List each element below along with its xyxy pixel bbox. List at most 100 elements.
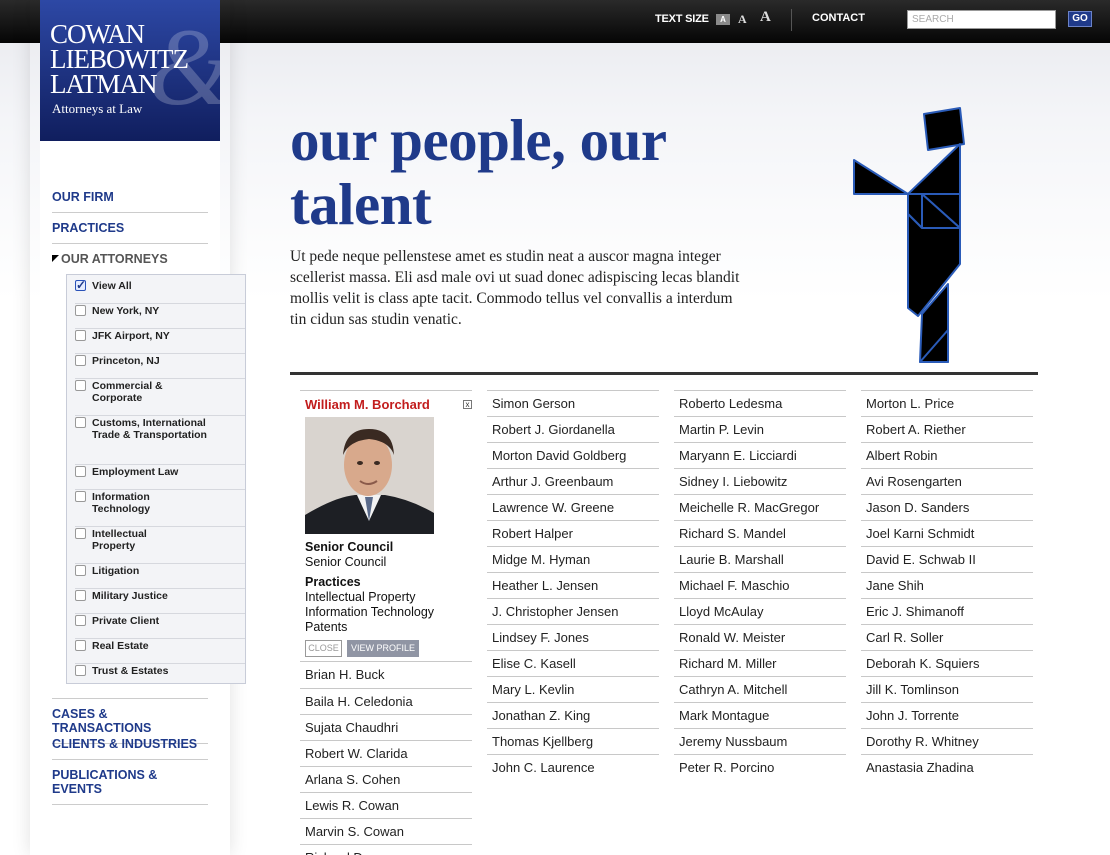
- attorney-row[interactable]: Arlana S. Cohen: [300, 766, 472, 792]
- filter-private-client[interactable]: Private Client: [75, 615, 245, 639]
- attorney-row[interactable]: Robert W. Clarida: [300, 740, 472, 766]
- filter-military-justice[interactable]: Military Justice: [75, 590, 245, 614]
- practice-item[interactable]: Information Technology: [305, 605, 434, 620]
- attorney-row[interactable]: Cathryn A. Mitchell: [674, 676, 846, 702]
- attorney-row[interactable]: Lindsey F. Jones: [487, 624, 659, 650]
- filter-employment-law[interactable]: Employment Law: [75, 466, 245, 490]
- text-size-small-button[interactable]: A: [716, 14, 730, 25]
- filter-intellectual-property[interactable]: Intellectual Property: [75, 528, 245, 564]
- text-size-large-button[interactable]: A: [760, 9, 771, 26]
- attorney-row[interactable]: Albert Robin: [861, 442, 1033, 468]
- attorney-row[interactable]: Jill K. Tomlinson: [861, 676, 1033, 702]
- filter-jfk-airport[interactable]: JFK Airport, NY: [75, 330, 245, 354]
- checkbox[interactable]: [75, 330, 86, 341]
- attorney-row[interactable]: Richard M. Miller: [674, 650, 846, 676]
- practice-item[interactable]: Patents: [305, 620, 347, 635]
- filter-real-estate[interactable]: Real Estate: [75, 640, 245, 664]
- attorney-row[interactable]: Maryann E. Licciardi: [674, 442, 846, 468]
- attorney-row[interactable]: Baila H. Celedonia: [300, 688, 472, 714]
- nav-our-attorneys[interactable]: OUR ATTORNEYS: [52, 252, 208, 274]
- attorney-row[interactable]: Arthur J. Greenbaum: [487, 468, 659, 494]
- filter-customs-trade[interactable]: Customs, International Trade & Transport…: [75, 417, 245, 465]
- checkbox[interactable]: [75, 491, 86, 502]
- checkbox-checked[interactable]: [75, 278, 86, 292]
- attorney-row[interactable]: Sujata Chaudhri: [300, 714, 472, 740]
- nav-publications-events[interactable]: PUBLICATIONS & EVENTS: [52, 768, 208, 805]
- attorney-row[interactable]: Robert Halper: [487, 520, 659, 546]
- attorney-card-name[interactable]: William M. Borchard: [305, 397, 430, 412]
- attorney-row[interactable]: Laurie B. Marshall: [674, 546, 846, 572]
- attorney-row[interactable]: Jeremy Nussbaum: [674, 728, 846, 754]
- attorney-row[interactable]: Roberto Ledesma: [674, 390, 846, 416]
- attorney-row[interactable]: Martin P. Levin: [674, 416, 846, 442]
- attorney-row[interactable]: Robert J. Giordanella: [487, 416, 659, 442]
- attorney-row[interactable]: Jason D. Sanders: [861, 494, 1033, 520]
- search-input[interactable]: [907, 10, 1056, 29]
- attorney-row[interactable]: Richard S. Mandel: [674, 520, 846, 546]
- attorney-row[interactable]: Ronald W. Meister: [674, 624, 846, 650]
- nav-clients-industries[interactable]: CLIENTS & INDUSTRIES: [52, 737, 208, 760]
- attorney-row[interactable]: Richard Dannay: [300, 844, 472, 855]
- attorney-row[interactable]: Elise C. Kasell: [487, 650, 659, 676]
- attorney-row[interactable]: Peter R. Porcino: [674, 754, 846, 780]
- attorney-row[interactable]: Lawrence W. Greene: [487, 494, 659, 520]
- checkbox[interactable]: [75, 665, 86, 676]
- attorney-row[interactable]: Simon Gerson: [487, 390, 659, 416]
- attorney-row[interactable]: Mary L. Kevlin: [487, 676, 659, 702]
- attorney-row[interactable]: Deborah K. Squiers: [861, 650, 1033, 676]
- attorney-row[interactable]: John C. Laurence: [487, 754, 659, 780]
- checkbox[interactable]: [75, 417, 86, 428]
- attorney-row[interactable]: Heather L. Jensen: [487, 572, 659, 598]
- practice-item[interactable]: Intellectual Property: [305, 590, 415, 605]
- attorney-row[interactable]: Brian H. Buck: [300, 662, 472, 688]
- checkbox[interactable]: [75, 305, 86, 316]
- attorney-row[interactable]: Michael F. Maschio: [674, 572, 846, 598]
- attorney-row[interactable]: Avi Rosengarten: [861, 468, 1033, 494]
- filter-princeton[interactable]: Princeton, NJ: [75, 355, 245, 379]
- checkbox[interactable]: [75, 615, 86, 626]
- firm-logo[interactable]: & COWAN LIEBOWITZ LATMAN Attorneys at La…: [40, 0, 220, 141]
- nav-practices[interactable]: PRACTICES: [52, 221, 208, 244]
- attorney-row[interactable]: David E. Schwab II: [861, 546, 1033, 572]
- filter-litigation[interactable]: Litigation: [75, 565, 245, 589]
- attorney-row[interactable]: J. Christopher Jensen: [487, 598, 659, 624]
- view-profile-button[interactable]: VIEW PROFILE: [347, 640, 419, 657]
- attorney-row[interactable]: Joel Karni Schmidt: [861, 520, 1033, 546]
- attorney-row[interactable]: Thomas Kjellberg: [487, 728, 659, 754]
- checkbox[interactable]: [75, 590, 86, 601]
- attorney-row[interactable]: John J. Torrente: [861, 702, 1033, 728]
- close-icon[interactable]: x: [463, 400, 472, 409]
- close-button[interactable]: CLOSE: [305, 640, 342, 657]
- nav-our-firm[interactable]: OUR FIRM: [52, 190, 208, 213]
- attorney-row[interactable]: Midge M. Hyman: [487, 546, 659, 572]
- attorney-row[interactable]: Lewis R. Cowan: [300, 792, 472, 818]
- attorney-row[interactable]: Robert A. Riether: [861, 416, 1033, 442]
- attorney-row[interactable]: Morton L. Price: [861, 390, 1033, 416]
- checkbox[interactable]: [75, 355, 86, 366]
- text-size-medium-button[interactable]: A: [738, 12, 747, 27]
- attorney-row[interactable]: Marvin S. Cowan: [300, 818, 472, 844]
- filter-view-all[interactable]: View All: [75, 278, 245, 304]
- attorney-row[interactable]: Anastasia Zhadina: [861, 754, 1033, 780]
- attorney-row[interactable]: Meichelle R. MacGregor: [674, 494, 846, 520]
- filter-information-technology[interactable]: Information Technology: [75, 491, 245, 527]
- filter-commercial-corporate[interactable]: Commercial & Corporate: [75, 380, 245, 416]
- checkbox[interactable]: [75, 565, 86, 576]
- attorney-row[interactable]: Sidney I. Liebowitz: [674, 468, 846, 494]
- attorney-row[interactable]: Jane Shih: [861, 572, 1033, 598]
- attorney-row[interactable]: Jonathan Z. King: [487, 702, 659, 728]
- search-go-button[interactable]: GO: [1068, 11, 1092, 27]
- attorney-row[interactable]: Morton David Goldberg: [487, 442, 659, 468]
- checkbox[interactable]: [75, 466, 86, 477]
- filter-trust-estates[interactable]: Trust & Estates: [75, 665, 245, 683]
- checkbox[interactable]: [75, 380, 86, 391]
- checkbox[interactable]: [75, 640, 86, 651]
- attorney-row[interactable]: Lloyd McAulay: [674, 598, 846, 624]
- contact-link[interactable]: CONTACT: [812, 12, 865, 24]
- checkbox[interactable]: [75, 528, 86, 539]
- attorney-row[interactable]: Carl R. Soller: [861, 624, 1033, 650]
- attorney-row[interactable]: Eric J. Shimanoff: [861, 598, 1033, 624]
- filter-new-york[interactable]: New York, NY: [75, 305, 245, 329]
- attorney-row[interactable]: Dorothy R. Whitney: [861, 728, 1033, 754]
- attorney-row[interactable]: Mark Montague: [674, 702, 846, 728]
